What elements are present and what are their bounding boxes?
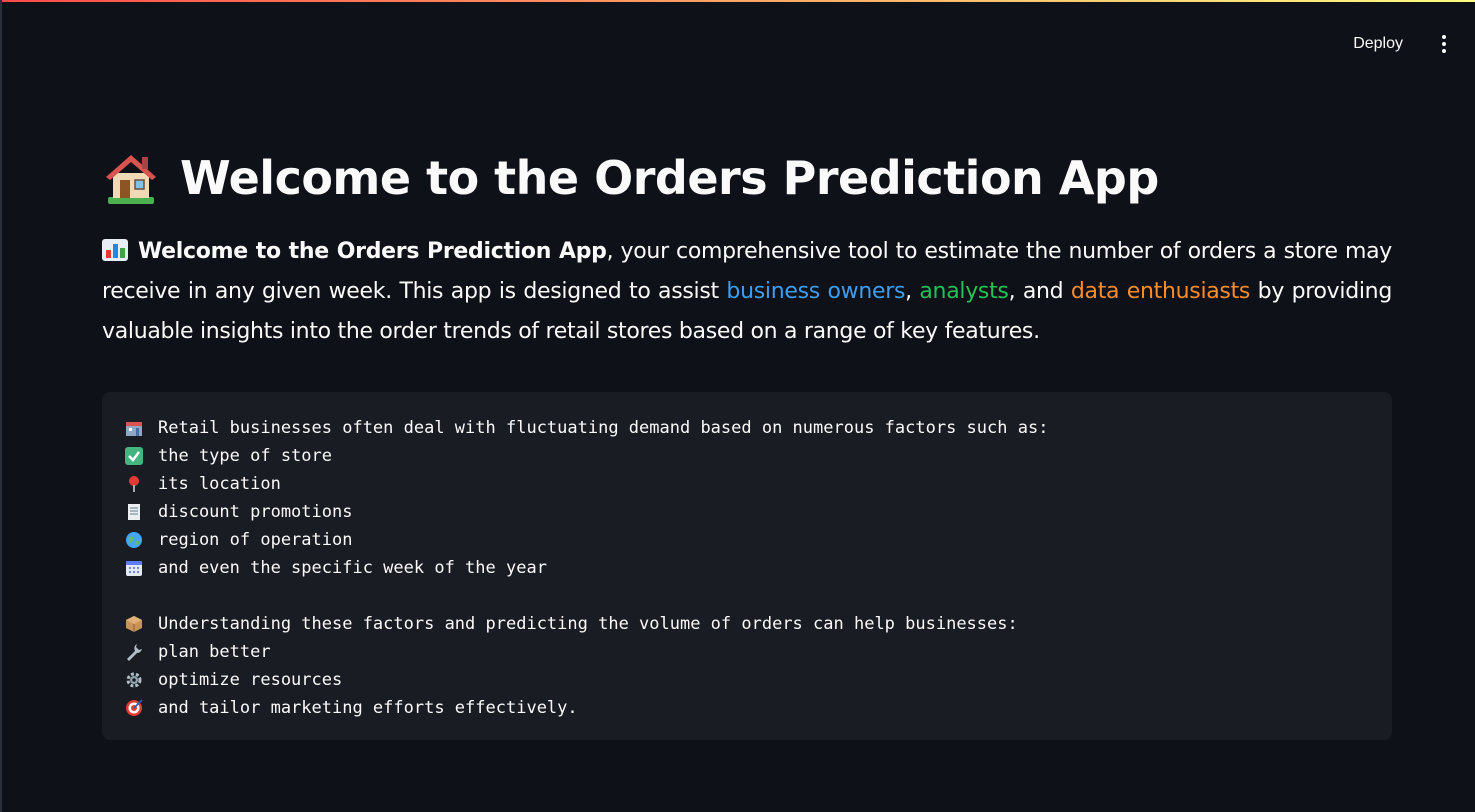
main-content: Welcome to the Orders Prediction App Wel…	[102, 140, 1392, 740]
code-line: plan better	[124, 638, 1370, 666]
highlight-business-owners: business owners	[726, 279, 906, 304]
deploy-button[interactable]: Deploy	[1343, 29, 1413, 59]
check-icon	[124, 446, 144, 466]
intro-sep-1: ,	[905, 279, 920, 304]
code-line: and tailor marketing efforts effectively…	[124, 694, 1370, 722]
more-vertical-icon[interactable]	[1431, 28, 1457, 60]
decoration-bar	[2, 0, 1475, 2]
page-title-text: Welcome to the Orders Prediction App	[180, 151, 1159, 205]
code-line: region of operation	[124, 526, 1370, 554]
code-line: Understanding these factors and predicti…	[124, 610, 1370, 638]
code-line: the type of store	[124, 442, 1370, 470]
code-line: its location	[124, 470, 1370, 498]
code-line: Retail businesses often deal with fluctu…	[124, 414, 1370, 442]
calendar-icon	[124, 558, 144, 578]
gear-icon	[124, 670, 144, 690]
intro-bold: Welcome to the Orders Prediction App	[138, 239, 607, 264]
intro-sep-2: , and	[1008, 279, 1071, 304]
wrench-icon	[124, 642, 144, 662]
header-toolbar: Deploy	[1343, 28, 1457, 60]
bar-chart-icon	[102, 239, 128, 261]
intro-paragraph: Welcome to the Orders Prediction App, yo…	[102, 232, 1392, 352]
package-icon	[124, 614, 144, 634]
globe-icon	[124, 530, 144, 550]
code-block: Retail businesses often deal with fluctu…	[102, 392, 1392, 740]
page-title: Welcome to the Orders Prediction App	[102, 140, 1392, 216]
highlight-data-enthusiasts: data enthusiasts	[1070, 279, 1251, 304]
app-container: Deploy Welcome to the Orders Prediction …	[0, 0, 1475, 812]
target-icon	[124, 698, 144, 718]
receipt-icon	[124, 502, 144, 522]
code-line: and even the specific week of the year	[124, 554, 1370, 582]
pin-icon	[124, 474, 144, 494]
code-line: optimize resources	[124, 666, 1370, 694]
store-icon	[124, 418, 144, 438]
highlight-analysts: analysts	[919, 279, 1009, 304]
house-icon	[106, 155, 156, 204]
code-line: discount promotions	[124, 498, 1370, 526]
